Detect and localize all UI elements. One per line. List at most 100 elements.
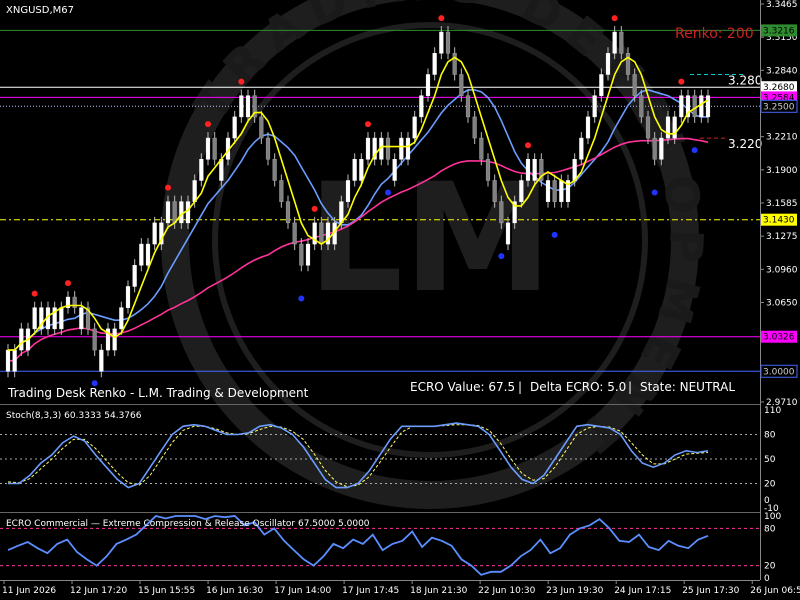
price-badge-label: 3.0326: [763, 333, 795, 343]
status-separator: |: [628, 380, 632, 394]
renko-brick: [385, 137, 391, 160]
renko-brick: [279, 180, 284, 202]
status-separator: |: [518, 380, 522, 394]
renko-brick: [525, 159, 531, 181]
renko-brick: [132, 265, 137, 287]
fractal-high-marker: [31, 290, 38, 297]
renko-brick: [305, 243, 311, 266]
state-text: State: NEUTRAL: [640, 380, 735, 394]
fractal-high-marker: [311, 205, 318, 212]
ecro-status-bar: ECRO Value: 67.5 | Delta ECRO: 5.0 | Sta…: [410, 380, 735, 394]
renko-brick: [272, 159, 277, 181]
time-tick-label: 18 Jun 21:30: [410, 586, 467, 596]
renko-brick: [265, 137, 271, 160]
renko-brick: [239, 95, 244, 118]
fractal-low-marker: [498, 253, 505, 260]
trading-chart[interactable]: LM TRADING DEVELOPMENT 3.2803.220 XNGUSD…: [0, 0, 800, 600]
symbol-label: XNGUSD,M67: [6, 5, 74, 16]
renko-brick: [139, 243, 144, 266]
renko-brick: [112, 328, 117, 351]
renko-brick: [119, 307, 124, 330]
renko-brick: [12, 349, 17, 372]
time-axis[interactable]: 11 Jun 2026 12 Jun 17:20 15 Jun 15:55 16 Ju…: [2, 580, 800, 596]
price-tick-label: 3.1900: [766, 166, 798, 176]
renko-brick: [165, 201, 171, 224]
renko-brick: [365, 137, 371, 160]
time-tick-label: 15 Jun 15:55: [138, 586, 195, 596]
renko-brick: [219, 159, 224, 181]
fractal-high-marker: [65, 280, 71, 287]
renko-brick: [465, 95, 471, 118]
delta-ecro-text: Delta ECRO: 5.0: [530, 380, 626, 394]
renko-brick: [612, 31, 617, 54]
ecro-tick-label: 20: [764, 562, 776, 572]
stoch-tick-label: 50: [764, 455, 776, 465]
renko-brick: [345, 180, 351, 202]
renko-brick: [292, 222, 297, 245]
stoch-tick-label: 20: [764, 480, 776, 490]
fractal-high-marker: [611, 15, 618, 22]
fractal-high-marker: [238, 78, 245, 85]
renko-brick: [172, 201, 177, 224]
time-tick-label: 24 Jun 17:15: [614, 586, 671, 596]
fractal-low-marker: [385, 189, 391, 196]
stoch-tick-label: 110: [764, 406, 781, 416]
renko-brick: [145, 243, 151, 266]
renko-brick: [619, 31, 624, 54]
renko-brick: [705, 95, 711, 118]
fractal-high-marker: [205, 121, 211, 128]
renko-brick: [652, 137, 657, 160]
renko-brick: [19, 328, 24, 351]
price-tick-label: 3.2840: [766, 66, 798, 76]
ecro-title: ECRO Commercial — Extreme Compression & …: [6, 519, 370, 529]
renko-brick: [92, 328, 97, 351]
time-tick-label: 11 Jun 2026: [2, 586, 56, 596]
stoch-tick-label: 80: [764, 431, 776, 441]
indicator-caption: Trading Desk Renko - L.M. Trading & Deve…: [7, 386, 309, 400]
time-tick-label: 22 Jun 10:30: [478, 586, 535, 596]
level-value-label: 3.280: [728, 73, 762, 87]
price-tick-label: 3.2210: [766, 133, 798, 143]
fractal-low-marker: [651, 189, 658, 196]
renko-brick: [399, 137, 404, 160]
renko-brick: [32, 307, 37, 330]
renko-brick: [412, 116, 417, 139]
renko-brick: [285, 201, 291, 224]
renko-brick: [639, 95, 644, 118]
renko-brick: [59, 307, 64, 330]
renko-size-label: Renko: 200: [675, 26, 754, 42]
stoch-title: Stoch(8,3,3) 60.3333 54.3766: [6, 411, 142, 421]
price-tick-label: 3.3465: [766, 0, 798, 10]
ecro-axis: 100 80 20 0: [764, 512, 781, 584]
renko-brick: [699, 95, 704, 118]
renko-brick: [439, 31, 444, 54]
price-badge-label: 3.3216: [763, 26, 795, 36]
renko-brick: [392, 159, 397, 181]
renko-brick: [665, 116, 671, 139]
renko-brick: [185, 201, 191, 224]
price-tick-label: 3.1585: [766, 199, 798, 209]
renko-brick: [572, 159, 577, 181]
ecro-pane[interactable]: ECRO Commercial — Extreme Compression & …: [0, 512, 760, 576]
renko-brick: [472, 116, 477, 139]
stoch-axis: 1108050200-10: [764, 406, 781, 514]
renko-brick: [459, 74, 464, 96]
price-tick-label: 3.0650: [766, 299, 798, 309]
renko-brick: [352, 159, 357, 181]
renko-brick: [632, 74, 637, 96]
ecro-tick-label: 100: [764, 512, 781, 522]
renko-brick: [259, 116, 264, 139]
renko-brick: [585, 116, 591, 139]
time-tick-label: 16 Jun 16:30: [206, 586, 263, 596]
renko-brick: [299, 243, 304, 266]
renko-brick: [499, 201, 504, 224]
renko-brick: [599, 74, 604, 96]
renko-brick: [199, 159, 204, 181]
renko-brick: [645, 116, 651, 139]
fractal-low-marker: [551, 231, 558, 238]
fractal-high-marker: [438, 15, 445, 22]
renko-brick: [405, 137, 411, 160]
time-tick-label: 23 Jun 19:30: [546, 586, 603, 596]
renko-brick: [179, 201, 184, 224]
price-axis[interactable]: 3.34653.31503.28403.25303.22103.19003.15…: [760, 0, 798, 408]
